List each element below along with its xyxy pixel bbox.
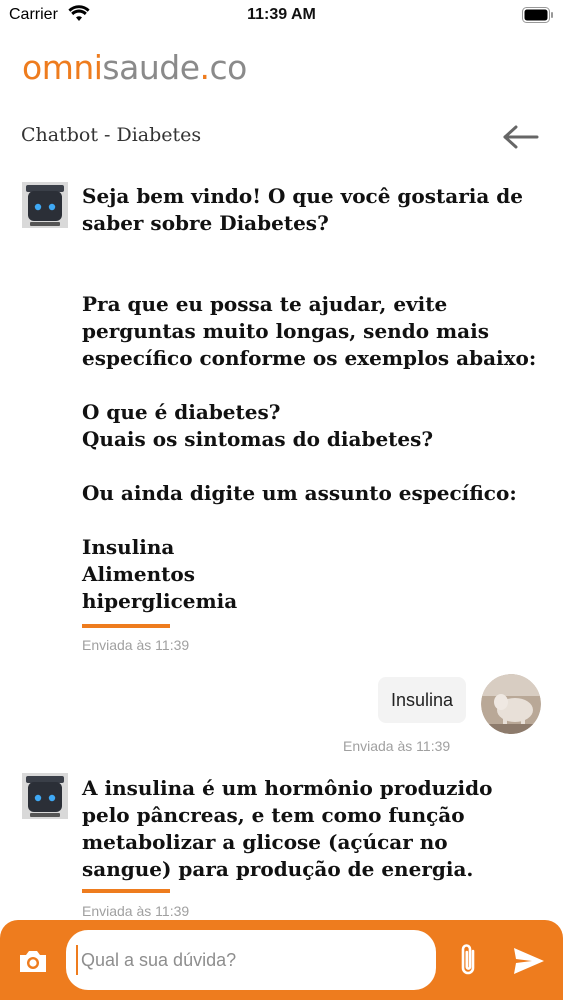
clock: 11:39 AM — [247, 6, 316, 23]
message-underline — [82, 624, 170, 628]
status-bar: Carrier 11:39 AM — [0, 0, 563, 32]
camera-icon[interactable] — [18, 948, 48, 974]
bot-message-text: A insulina é um hormônio produzido pelo … — [82, 776, 493, 881]
message-input-bar — [0, 920, 563, 1000]
message-timestamp: Enviada às 11:39 — [343, 738, 451, 754]
bot-message-text: Seja bem vindo! O que você gostaria de s… — [82, 184, 523, 235]
paperclip-icon[interactable] — [456, 942, 482, 978]
text-caret — [76, 945, 78, 975]
message-timestamp: Enviada às 11:39 — [82, 637, 190, 653]
message-timestamp: Enviada às 11:39 — [82, 903, 190, 919]
back-arrow-icon[interactable] — [501, 122, 541, 152]
bot-message-text: Pra que eu possa te ajudar, evite pergun… — [82, 292, 537, 613]
bot-avatar — [22, 773, 68, 819]
page-title: Chatbot - Diabetes — [21, 124, 202, 146]
user-message-bubble: Insulina — [377, 677, 466, 723]
user-avatar — [481, 674, 541, 734]
message-underline — [82, 889, 170, 893]
bot-avatar — [22, 182, 68, 228]
battery-icon — [522, 7, 553, 23]
omnisaude-logo: omnisaude.co — [22, 48, 247, 87]
send-icon[interactable] — [512, 946, 546, 976]
message-input[interactable] — [66, 930, 436, 990]
